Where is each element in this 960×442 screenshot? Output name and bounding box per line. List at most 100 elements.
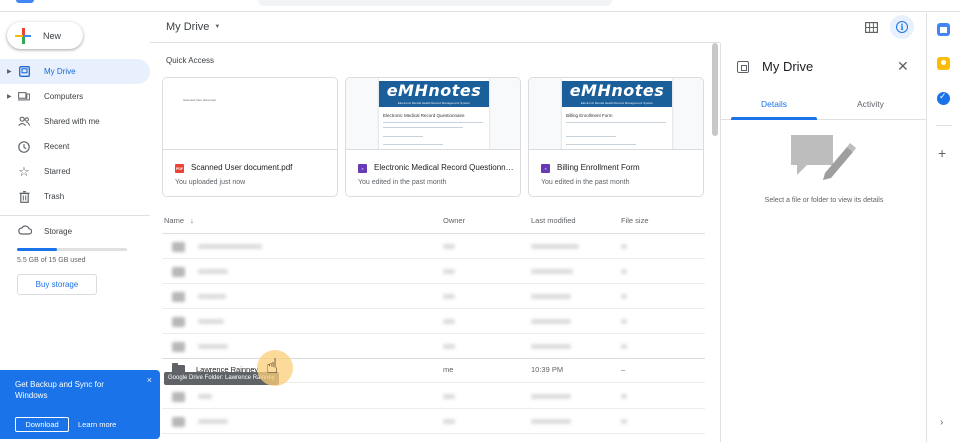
quick-access-cards: Scanned User document PDF Scanned User d… [162, 77, 705, 197]
search-bar[interactable] [258, 0, 612, 6]
main-header: My Drive ▼ [150, 13, 720, 43]
chevron-down-icon: ▼ [214, 24, 221, 30]
sidebar-item-trash[interactable]: Trash [0, 184, 150, 209]
quick-access-card[interactable]: eMHnotes Electronic Mental Health Record… [528, 77, 704, 197]
learn-more-link[interactable]: Learn more [78, 420, 116, 429]
file-activity: You edited in the past month [541, 179, 630, 186]
top-bar [0, 0, 960, 12]
close-icon[interactable]: ✕ [897, 58, 909, 75]
sidebar-item-label: Recent [44, 142, 70, 151]
storage-progress-bar [17, 248, 127, 251]
table-row[interactable] [162, 384, 705, 409]
caret-right-icon[interactable]: ▶ [7, 93, 12, 100]
pdf-icon: PDF [175, 164, 184, 173]
file-activity: You uploaded just now [175, 179, 246, 186]
storage-used-text: 5.5 GB of 15 GB used [17, 257, 86, 264]
caret-right-icon[interactable]: ▶ [7, 68, 12, 75]
table-row[interactable] [162, 284, 705, 309]
table-row[interactable] [162, 409, 705, 434]
rail-divider [936, 125, 952, 126]
quick-access-card[interactable]: eMHnotes Electronic Mental Health Record… [345, 77, 521, 197]
column-name[interactable]: Name ↓ [164, 216, 194, 225]
storage-progress-fill [17, 248, 58, 251]
table-row[interactable] [162, 259, 705, 284]
form-line [383, 136, 423, 137]
calendar-icon[interactable] [937, 23, 950, 36]
forms-icon: ≡ [358, 164, 367, 173]
file-list-header: Name ↓ Owner Last modified File size [162, 208, 705, 234]
empty-state-illustration-icon [789, 133, 859, 183]
sidebar-nav: ▶ My Drive ▶ Computers Shared with me Re… [0, 59, 150, 209]
file-name: Billing Enrollment Form [557, 163, 640, 172]
row-modified: 10:39 PM [531, 365, 564, 374]
sidebar-item-shared-with-me[interactable]: Shared with me [0, 109, 150, 134]
star-icon: ☆ [18, 163, 30, 179]
column-owner: Owner [443, 216, 466, 225]
row-size: – [621, 365, 626, 374]
people-icon [18, 116, 30, 128]
side-panel-rail: + › [926, 13, 960, 442]
keep-icon[interactable] [937, 57, 950, 70]
chevron-right-icon[interactable]: › [940, 417, 943, 428]
tasks-icon[interactable] [937, 91, 950, 105]
forms-icon: ≡ [541, 164, 550, 173]
empty-state-text: Select a file or folder to view its deta… [764, 197, 884, 204]
sidebar-item-label: Shared with me [44, 117, 100, 126]
page-title: My Drive [166, 21, 210, 33]
my-drive-icon [18, 66, 30, 78]
tab-details[interactable]: Details [761, 99, 787, 109]
arrow-down-icon[interactable]: ↓ [190, 216, 194, 225]
tab-activity[interactable]: Activity [857, 99, 884, 109]
form-preview: eMHnotes Electronic Mental Health Record… [379, 78, 489, 149]
active-tab-indicator [731, 117, 817, 120]
form-line [383, 122, 483, 123]
table-row[interactable] [162, 234, 705, 259]
my-drive-icon [737, 61, 749, 73]
sidebar-item-recent[interactable]: Recent [0, 134, 150, 159]
add-addon-icon[interactable]: + [938, 145, 946, 161]
sidebar-item-label: My Drive [44, 67, 76, 76]
sidebar-item-starred[interactable]: ☆ Starred [0, 159, 150, 184]
scrollbar[interactable] [712, 43, 718, 136]
brand-subtitle: Electronic Mental Health Record Manageme… [580, 101, 654, 105]
grid-view-icon[interactable] [865, 20, 879, 34]
table-row[interactable] [162, 309, 705, 334]
new-button[interactable]: New [7, 22, 83, 49]
drive-logo[interactable] [16, 0, 34, 3]
thumbnail-text: Scanned User document [183, 98, 217, 102]
download-button[interactable]: Download [15, 417, 69, 432]
file-name: Electronic Medical Record Questionnaire [374, 163, 516, 172]
clock-icon [18, 140, 30, 153]
details-title: My Drive [762, 59, 814, 74]
form-line [566, 122, 666, 123]
details-panel: My Drive ✕ Details Activity Select a fil… [720, 43, 927, 442]
info-icon[interactable]: i [890, 15, 914, 39]
form-line [383, 127, 463, 128]
brand-subtitle: Electronic Mental Health Record Manageme… [397, 101, 471, 105]
my-drive-dropdown[interactable]: My Drive ▼ [166, 21, 220, 33]
computers-icon [18, 91, 30, 103]
column-last-modified[interactable]: Last modified [531, 216, 576, 225]
form-title: Electronic Medical Record Questionnaire [383, 113, 465, 118]
hand-cursor-icon: ☝ [266, 356, 279, 378]
trash-icon [18, 190, 30, 203]
file-thumbnail: eMHnotes Electronic Mental Health Record… [529, 78, 703, 150]
quick-access-card[interactable]: Scanned User document PDF Scanned User d… [162, 77, 338, 197]
form-line [566, 136, 616, 137]
brand-banner: eMHnotes Electronic Mental Health Record… [379, 81, 489, 107]
storage-link[interactable]: Storage [0, 224, 150, 238]
form-title: Billing Enrollment Form [566, 113, 613, 118]
buy-storage-button[interactable]: Buy storage [17, 274, 97, 295]
sidebar-item-my-drive[interactable]: ▶ My Drive [0, 59, 150, 84]
brand-logo: eMHnotes [569, 81, 665, 100]
sidebar-item-computers[interactable]: ▶ Computers [0, 84, 150, 109]
file-thumbnail: eMHnotes Electronic Mental Health Record… [346, 78, 520, 150]
quick-access-label: Quick Access [166, 56, 215, 65]
column-file-size: File size [621, 216, 649, 225]
brand-logo: eMHnotes [386, 81, 482, 100]
row-owner: me [443, 365, 454, 374]
file-activity: You edited in the past month [358, 179, 447, 186]
details-tabs: Details Activity [721, 90, 927, 120]
sidebar-item-label: Trash [44, 192, 65, 201]
sidebar-item-label: Computers [44, 92, 84, 101]
